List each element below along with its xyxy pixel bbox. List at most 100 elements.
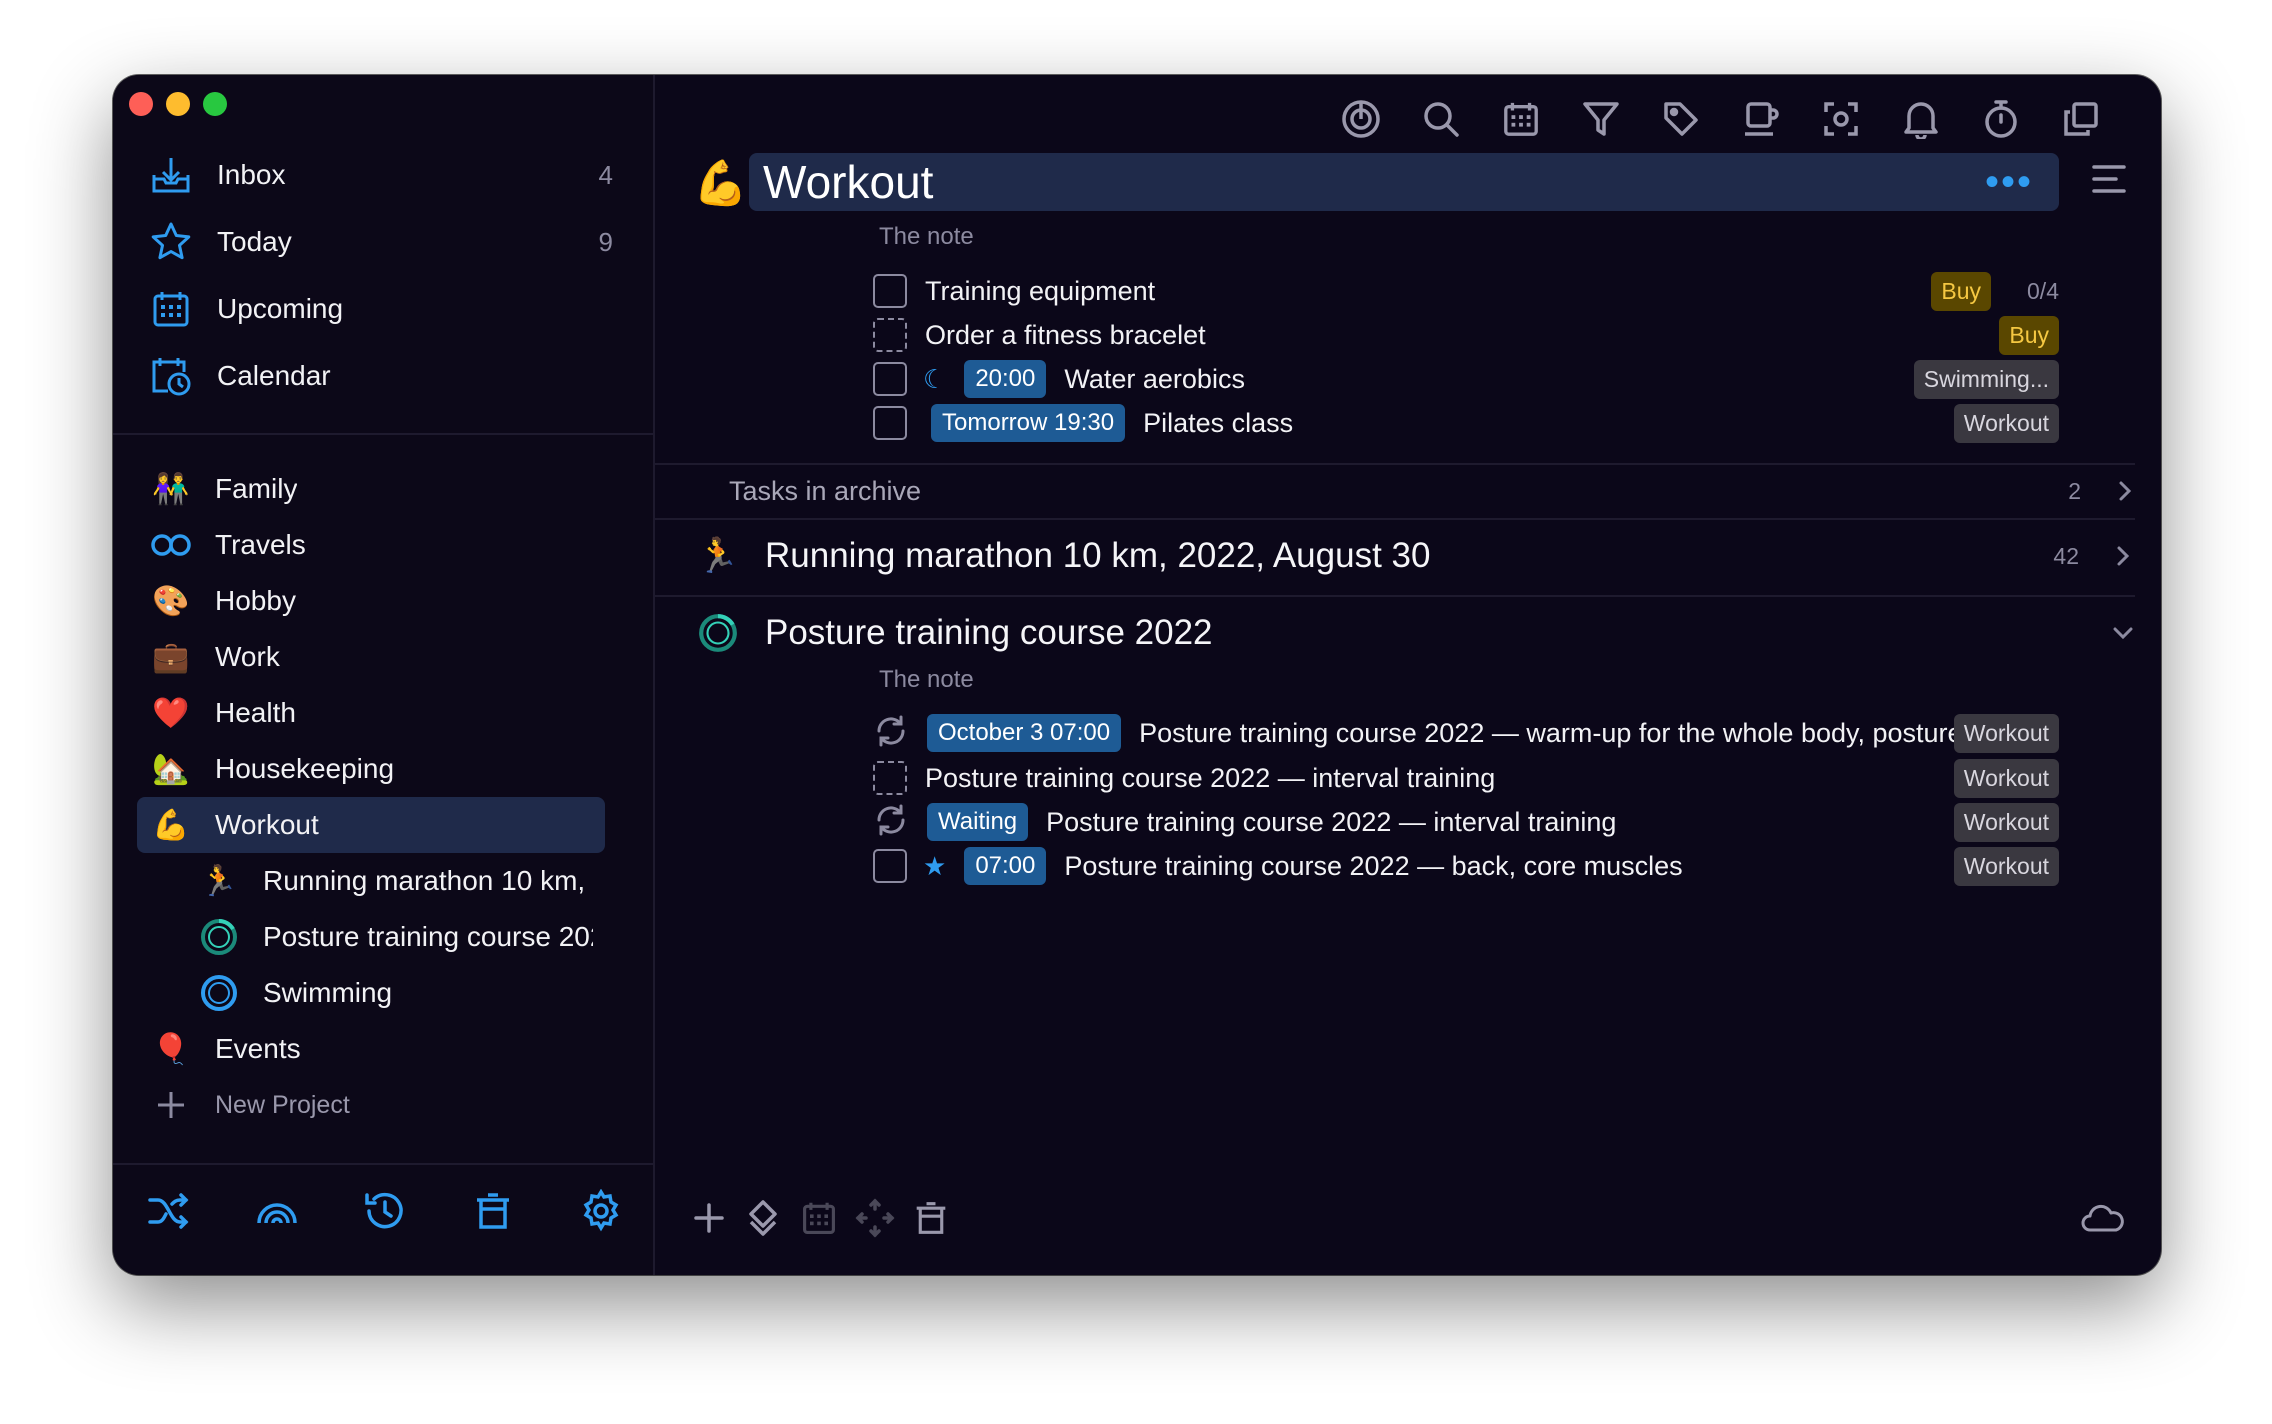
task-checkbox[interactable] bbox=[873, 362, 907, 396]
star-icon bbox=[147, 218, 195, 266]
task-title: Water aerobics bbox=[1064, 363, 1245, 394]
archive-count: 2 bbox=[2068, 477, 2081, 504]
project-work[interactable]: 💼 Work bbox=[137, 629, 605, 685]
briefcase-icon: 💼 bbox=[152, 640, 190, 674]
task-tag[interactable]: Swimming... bbox=[1913, 359, 2059, 399]
bell-icon[interactable] bbox=[1895, 93, 1947, 145]
task-checkbox[interactable] bbox=[873, 406, 907, 440]
project-title-field[interactable]: Workout ••• bbox=[749, 153, 2059, 211]
heart-icon: ❤️ bbox=[152, 696, 190, 730]
trash-icon[interactable] bbox=[903, 1190, 959, 1246]
history-icon[interactable] bbox=[357, 1183, 413, 1239]
divider bbox=[655, 518, 2135, 520]
task-status-chip[interactable]: Waiting bbox=[927, 803, 1029, 841]
task-row[interactable]: Tomorrow 19:30 Pilates class Workout bbox=[873, 397, 2113, 449]
project-label: Hobby bbox=[215, 585, 296, 616]
zoom-window-button[interactable] bbox=[203, 92, 227, 116]
tag-icon[interactable] bbox=[1655, 93, 1707, 145]
add-icon[interactable] bbox=[681, 1190, 737, 1246]
search-icon[interactable] bbox=[1415, 93, 1467, 145]
project-posture-training[interactable]: Posture training course 2022 bbox=[137, 909, 605, 965]
flexed-biceps-icon: 💪 bbox=[152, 808, 190, 842]
project-swimming[interactable]: Swimming bbox=[137, 965, 605, 1021]
task-time-chip[interactable]: Tomorrow 19:30 bbox=[931, 404, 1126, 442]
subproject-posture-training[interactable]: Posture training course 2022 bbox=[693, 598, 2143, 668]
task-time-chip[interactable]: October 3 07:00 bbox=[927, 714, 1122, 752]
project-running-marathon[interactable]: 🏃 Running marathon 10 km, 2022, August 3… bbox=[137, 853, 605, 909]
sidebar-divider bbox=[113, 433, 653, 435]
task-title: Posture training course 2022 — warm-up f… bbox=[1139, 717, 1960, 748]
project-header: 💪 Workout ••• bbox=[693, 153, 2126, 211]
subproject-running-marathon[interactable]: 🏃 Running marathon 10 km, 2022, August 3… bbox=[693, 521, 2143, 591]
task-checkbox[interactable] bbox=[873, 318, 907, 352]
filter-icon[interactable] bbox=[1575, 93, 1627, 145]
timer-icon[interactable] bbox=[1975, 93, 2027, 145]
project-note[interactable]: The note bbox=[879, 223, 974, 251]
item-count: 9 bbox=[598, 226, 613, 257]
task-checkbox[interactable] bbox=[873, 849, 907, 883]
chevron-down-icon[interactable] bbox=[2103, 625, 2143, 641]
progress-ring-icon bbox=[693, 608, 743, 658]
divider bbox=[655, 595, 2135, 597]
coffee-cup-icon[interactable] bbox=[1735, 93, 1787, 145]
more-options-icon[interactable]: ••• bbox=[1985, 162, 2033, 202]
star-icon: ★ bbox=[923, 850, 947, 881]
screenshot-icon[interactable] bbox=[1815, 93, 1867, 145]
task-time-chip[interactable]: 07:00 bbox=[964, 847, 1047, 885]
task-tag[interactable]: Buy bbox=[1931, 271, 1991, 311]
task-time-chip[interactable]: 20:00 bbox=[964, 360, 1047, 398]
sidebar-item-calendar[interactable]: Calendar bbox=[147, 346, 617, 406]
sidebar-item-today[interactable]: Today 9 bbox=[147, 212, 617, 272]
menu-icon[interactable] bbox=[2091, 163, 2127, 200]
calendar-icon[interactable] bbox=[1495, 93, 1547, 145]
task-tag[interactable]: Workout bbox=[1953, 802, 2059, 842]
gear-icon[interactable] bbox=[573, 1183, 629, 1239]
task-tag[interactable]: Workout bbox=[1953, 758, 2059, 798]
subproject-count: 42 bbox=[2053, 542, 2079, 569]
project-health[interactable]: ❤️ Health bbox=[137, 685, 605, 741]
sidebar-item-label: Calendar bbox=[217, 360, 331, 391]
minimize-window-button[interactable] bbox=[166, 92, 190, 116]
main-content: 💪 Workout ••• The note Training equipmen… bbox=[655, 75, 2161, 1275]
new-project-button[interactable]: New Project bbox=[137, 1077, 605, 1133]
project-label: Posture training course 2022 bbox=[263, 921, 593, 952]
project-label: Running marathon 10 km, 2022, August 30 bbox=[263, 865, 593, 896]
trash-icon[interactable] bbox=[465, 1183, 521, 1239]
close-window-button[interactable] bbox=[129, 92, 153, 116]
tasks-in-archive-row[interactable]: Tasks in archive 2 bbox=[729, 461, 2145, 521]
sidebar-item-inbox[interactable]: Inbox 4 bbox=[147, 145, 617, 205]
task-tag[interactable]: Workout bbox=[1953, 403, 2059, 443]
project-label: Housekeeping bbox=[215, 753, 395, 784]
plus-icon bbox=[147, 1081, 195, 1129]
focus-icon[interactable] bbox=[1335, 93, 1387, 145]
project-workout[interactable]: 💪 Workout bbox=[137, 797, 605, 853]
repeat-icon[interactable] bbox=[873, 802, 909, 843]
calendar-icon bbox=[791, 1190, 847, 1246]
move-icon[interactable] bbox=[735, 1190, 791, 1246]
project-travels[interactable]: Travels bbox=[137, 517, 605, 573]
project-label: Work bbox=[215, 641, 280, 672]
project-label: Health bbox=[215, 697, 296, 728]
subproject-note[interactable]: The note bbox=[879, 666, 974, 694]
page-title: Workout bbox=[763, 156, 934, 208]
task-tag[interactable]: Buy bbox=[1999, 315, 2059, 355]
project-events[interactable]: 🎈 Events bbox=[137, 1021, 605, 1077]
cloud-sync-icon[interactable] bbox=[2075, 1190, 2131, 1246]
task-tag[interactable]: Workout bbox=[1953, 846, 2059, 886]
project-housekeeping[interactable]: 🏡 Housekeeping bbox=[137, 741, 605, 797]
rainbow-icon[interactable] bbox=[249, 1183, 305, 1239]
repeat-icon[interactable] bbox=[873, 713, 909, 754]
chevron-right-icon bbox=[2105, 479, 2145, 503]
project-hobby[interactable]: 🎨 Hobby bbox=[137, 573, 605, 629]
task-checkbox[interactable] bbox=[873, 761, 907, 795]
task-tag[interactable]: Workout bbox=[1953, 713, 2059, 753]
shuffle-icon[interactable] bbox=[141, 1183, 197, 1239]
task-checkbox[interactable] bbox=[873, 274, 907, 308]
project-family[interactable]: 👫 Family bbox=[137, 461, 605, 517]
sidebar-item-upcoming[interactable]: Upcoming bbox=[147, 279, 617, 339]
windows-icon[interactable] bbox=[2055, 93, 2107, 145]
inbox-icon bbox=[147, 151, 195, 199]
task-row[interactable]: ★ 07:00 Posture training course 2022 — b… bbox=[873, 840, 2113, 892]
subtask-count: 0/4 bbox=[2027, 277, 2059, 304]
project-label: Workout bbox=[215, 809, 319, 840]
